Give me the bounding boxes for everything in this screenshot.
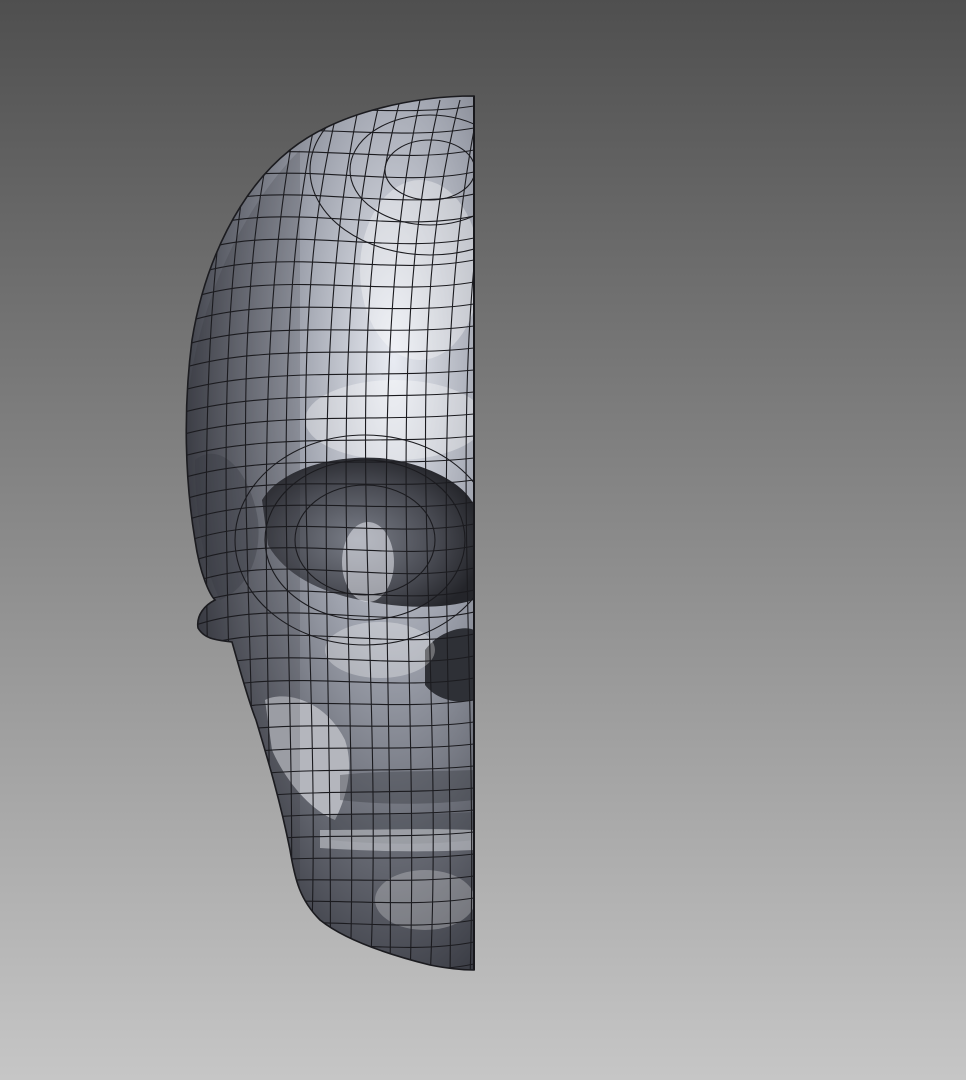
3d-viewport[interactable] xyxy=(0,0,966,1080)
half-skull-model[interactable] xyxy=(0,0,966,1080)
mesh-edge xyxy=(186,963,474,970)
